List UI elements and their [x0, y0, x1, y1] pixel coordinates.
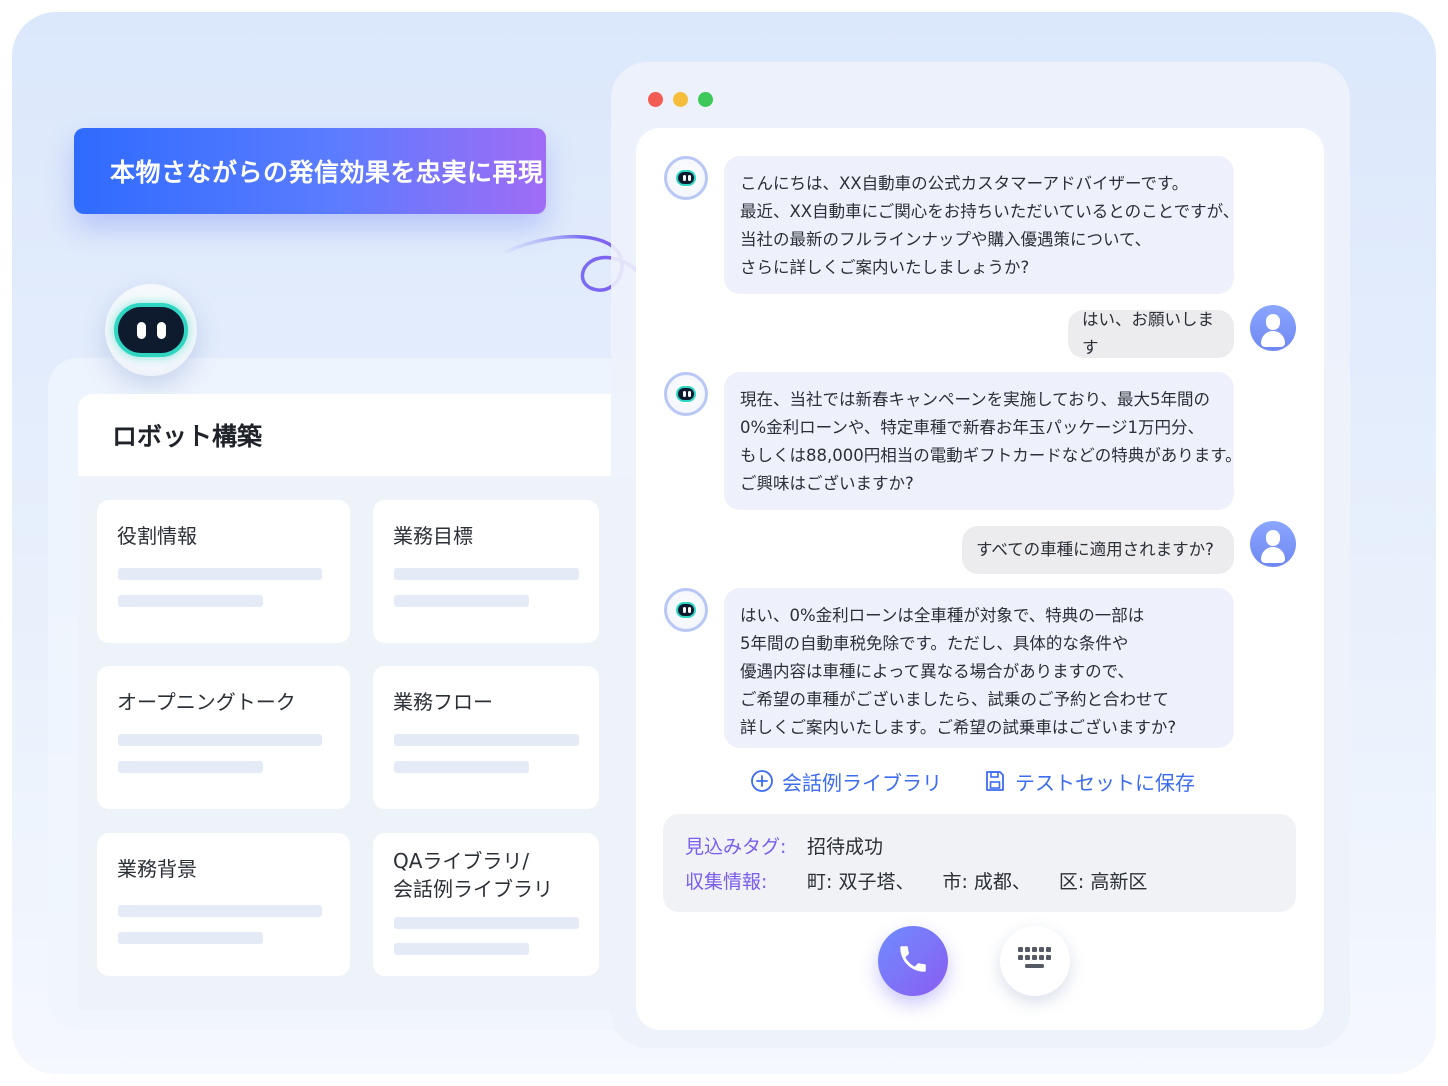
card-role-info[interactable]: 役割情報	[97, 500, 350, 643]
card-business-background[interactable]: 業務背景	[97, 833, 350, 976]
user-avatar-icon	[1250, 305, 1296, 351]
user-message: すべての車種に適用されますか?	[962, 526, 1234, 574]
bot-message: こんにちは、XX自動車の公式カスタマーアドバイザーです。 最近、XX自動車にご関…	[724, 156, 1240, 294]
placeholder-line	[394, 568, 579, 580]
collected-town: 町: 双子塔、	[807, 871, 915, 893]
card-label: QAライブラリ/ 会話例ライブラリ	[393, 849, 553, 901]
window-close-dot[interactable]	[648, 92, 663, 107]
collected-city: 市: 成都、	[942, 871, 1031, 893]
placeholder-line	[394, 943, 529, 955]
collected-info-row: 収集情報: 町: 双子塔、 市: 成都、 区: 高新区	[685, 865, 1274, 900]
message-line: ご興味はございますか?	[740, 474, 914, 493]
window-maximize-dot[interactable]	[698, 92, 713, 107]
message-line: もしくは88,000円相当の電動ギフトカードなどの特典があります。	[740, 446, 1242, 465]
placeholder-line	[118, 905, 322, 917]
bot-avatar-icon	[664, 588, 708, 632]
placeholder-line	[394, 917, 579, 929]
placeholder-line	[118, 568, 322, 580]
builder-title-text: ロボット構築	[112, 422, 263, 451]
message-line: 当社の最新のフルラインナップや購入優遇策について、	[740, 230, 1152, 249]
message-line: こんにちは、XX自動車の公式カスタマーアドバイザーです。	[740, 174, 1189, 193]
prospect-tag-label: 見込みタグ:	[685, 836, 787, 858]
placeholder-line	[118, 932, 263, 944]
card-opening-talk[interactable]: オープニングトーク	[97, 666, 350, 809]
placeholder-line	[394, 761, 529, 773]
message-line: 5年間の自動車税免除です。ただし、具体的な条件や	[740, 634, 1129, 653]
prospect-tag-row: 見込みタグ: 招待成功	[685, 830, 1274, 865]
placeholder-line	[394, 734, 579, 746]
placeholder-line	[118, 595, 263, 607]
builder-title: ロボット構築	[78, 394, 648, 476]
message-line: さらに詳しくご案内いたしましょうか?	[740, 258, 1030, 277]
bot-avatar-icon	[664, 156, 708, 200]
card-label: オープニングトーク	[117, 690, 296, 714]
plus-circle-icon	[750, 769, 774, 793]
message-text: すべての車種に適用されますか?	[976, 540, 1214, 559]
collected-info-label: 収集情報:	[685, 871, 768, 893]
message-line: 最近、XX自動車にご関心をお持ちいただいているとのことですが、	[740, 202, 1240, 221]
window-minimize-dot[interactable]	[673, 92, 688, 107]
card-qa-library[interactable]: QAライブラリ/ 会話例ライブラリ	[373, 833, 599, 976]
message-line: 優遇内容は車種によって異なる場合がありますので、	[740, 662, 1135, 681]
call-button[interactable]	[878, 926, 948, 996]
placeholder-line	[394, 595, 529, 607]
phone-icon	[896, 942, 930, 980]
user-avatar-icon	[1250, 521, 1296, 567]
save-link-label: テストセットに保存	[1015, 770, 1195, 795]
save-icon	[983, 769, 1007, 793]
bot-message: はい、0%金利ローンは全車種が対象で、特典の一部は 5年間の自動車税免除です。た…	[724, 588, 1234, 748]
message-line: 詳しくご案内いたします。ご希望の試乗車はございますか?	[740, 718, 1177, 737]
headline-text: 本物さながらの発信効果を忠実に再現	[110, 158, 544, 187]
bot-message: 現在、当社では新春キャンペーンを実施しており、最大5年間の 0%金利ローンや、特…	[724, 372, 1242, 510]
card-business-flow[interactable]: 業務フロー	[373, 666, 599, 809]
card-label: 業務背景	[117, 857, 197, 881]
prospect-tag-value: 招待成功	[807, 836, 884, 858]
robot-avatar-icon	[105, 284, 197, 376]
message-line: はい、0%金利ローンは全車種が対象で、特典の一部は	[740, 606, 1145, 625]
placeholder-line	[118, 761, 263, 773]
card-label: 業務目標	[393, 524, 473, 548]
user-message: はい、お願いします	[1068, 310, 1234, 358]
message-line: 0%金利ローンや、特定車種で新春お年玉パッケージ1万円分、	[740, 418, 1205, 437]
card-label: 業務フロー	[393, 690, 493, 714]
message-line: ご希望の車種がございましたら、試乗のご予約と合わせて	[740, 690, 1169, 709]
card-business-goal[interactable]: 業務目標	[373, 500, 599, 643]
keypad-icon	[1017, 946, 1053, 976]
save-to-testset-link[interactable]: テストセットに保存	[983, 764, 1195, 798]
bot-avatar-icon	[664, 372, 708, 416]
message-text: はい、お願いします	[1082, 310, 1214, 357]
keypad-button[interactable]	[1000, 926, 1070, 996]
library-link-label: 会話例ライブラリ	[782, 770, 942, 795]
collected-district: 区: 高新区	[1058, 871, 1148, 893]
library-link[interactable]: 会話例ライブラリ	[750, 764, 942, 798]
placeholder-line	[118, 734, 322, 746]
tags-panel: 見込みタグ: 招待成功 収集情報: 町: 双子塔、 市: 成都、 区: 高新区	[663, 814, 1296, 912]
message-line: 現在、当社では新春キャンペーンを実施しており、最大5年間の	[740, 390, 1211, 409]
card-label: 役割情報	[117, 524, 197, 548]
headline-banner: 本物さながらの発信効果を忠実に再現	[74, 128, 546, 214]
